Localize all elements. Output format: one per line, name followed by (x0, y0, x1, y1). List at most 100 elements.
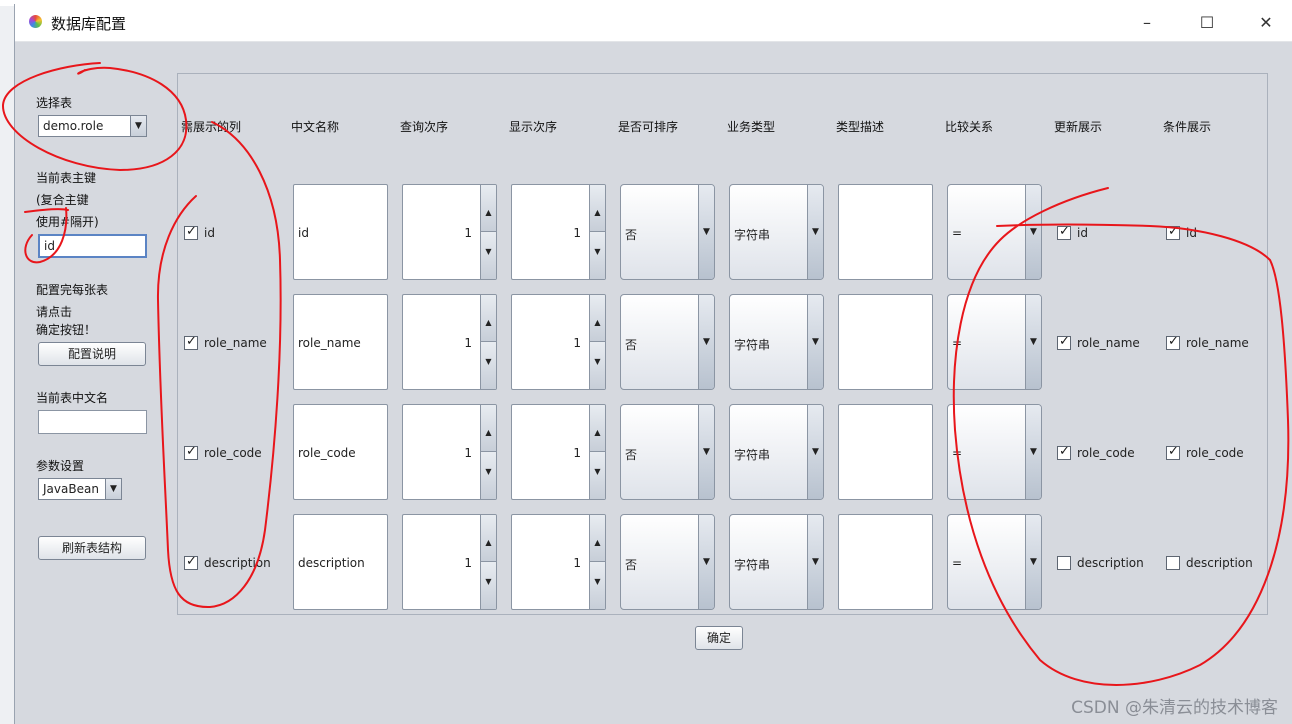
show-column-label: description (204, 556, 271, 570)
close-icon[interactable]: ✕ (1251, 10, 1281, 36)
update-show-checkbox[interactable] (1057, 556, 1071, 570)
cond-show-checkbox[interactable] (1166, 556, 1180, 570)
biz-type-combo[interactable]: 字符串 ▼ (729, 404, 824, 500)
chevron-down-icon[interactable]: ▼ (698, 405, 714, 499)
chevron-down-icon[interactable]: ▼ (807, 185, 823, 279)
compare-combo[interactable]: = ▼ (947, 294, 1042, 390)
spinner-up-icon[interactable]: ▲ (589, 515, 605, 562)
compare-combo[interactable]: = ▼ (947, 184, 1042, 280)
spinner-down-icon[interactable]: ▼ (589, 232, 605, 279)
spinner-up-icon[interactable]: ▲ (480, 405, 496, 452)
primary-key-input[interactable]: id (38, 234, 147, 258)
biz-type-combo-value: 字符串 (734, 558, 771, 572)
spinner-up-icon[interactable]: ▲ (589, 405, 605, 452)
sortable-combo[interactable]: 否 ▼ (620, 514, 715, 610)
cn-name-field[interactable]: role_name (293, 294, 388, 390)
spinner-down-icon[interactable]: ▼ (480, 232, 496, 279)
query-order-spinner-value: 1 (464, 556, 472, 570)
query-order-spinner[interactable]: 1 ▲ ▼ (402, 294, 497, 390)
cond-show-checkbox[interactable]: ✓ (1166, 224, 1180, 240)
show-column-checkbox[interactable]: ✓ (184, 444, 198, 460)
update-show-checkbox[interactable]: ✓ (1057, 334, 1071, 350)
compare-combo-value: = (952, 556, 963, 570)
display-order-spinner[interactable]: 1 ▲ ▼ (511, 404, 606, 500)
update-show-checkbox[interactable]: ✓ (1057, 224, 1071, 240)
display-order-spinner-value: 1 (573, 226, 581, 240)
cond-show-checkbox[interactable]: ✓ (1166, 444, 1180, 460)
table-combo-value: demo.role (43, 119, 104, 133)
chevron-down-icon[interactable]: ▼ (807, 405, 823, 499)
chevron-down-icon[interactable]: ▼ (807, 295, 823, 389)
sortable-combo-value: 否 (625, 448, 638, 462)
table-row: ✓ role_name role_name 1 ▲ ▼ 1 ▲ ▼ 否 ▼ 字符串 ▼ = ▼ ✓ role_n… (178, 294, 1267, 392)
spinner-down-icon[interactable]: ▼ (480, 452, 496, 499)
spinner-up-icon[interactable]: ▲ (480, 295, 496, 342)
sortable-combo[interactable]: 否 ▼ (620, 184, 715, 280)
spinner-down-icon[interactable]: ▼ (480, 562, 496, 609)
type-desc-field[interactable] (838, 294, 933, 390)
compare-combo-value: = (952, 446, 963, 460)
title-bar[interactable]: 数据库配置 – ☐ ✕ (15, 4, 1292, 42)
spinner-up-icon[interactable]: ▲ (589, 185, 605, 232)
biz-type-combo[interactable]: 字符串 ▼ (729, 514, 824, 610)
chevron-down-icon[interactable]: ▼ (1025, 405, 1041, 499)
chevron-down-icon[interactable]: ▼ (105, 479, 121, 499)
display-order-spinner[interactable]: 1 ▲ ▼ (511, 294, 606, 390)
chevron-down-icon[interactable]: ▼ (698, 185, 714, 279)
chevron-down-icon[interactable]: ▼ (130, 116, 146, 136)
cn-name-field[interactable]: role_code (293, 404, 388, 500)
chevron-down-icon[interactable]: ▼ (807, 515, 823, 609)
spinner-down-icon[interactable]: ▼ (589, 452, 605, 499)
show-column-checkbox[interactable]: ✓ (184, 334, 198, 350)
update-show-label: role_code (1077, 446, 1135, 460)
config-help-button[interactable]: 配置说明 (38, 342, 146, 366)
confirm-button[interactable]: 确定 (695, 626, 743, 650)
db-config-window: 数据库配置 – ☐ ✕ 选择表 demo.role ▼ 当前表主键 (复合主键 … (14, 4, 1292, 724)
spinner-down-icon[interactable]: ▼ (589, 342, 605, 389)
cn-name-value: id (298, 226, 309, 240)
cond-show-label: role_name (1186, 336, 1249, 350)
check-icon: ✓ (1059, 224, 1070, 239)
display-order-spinner[interactable]: 1 ▲ ▼ (511, 514, 606, 610)
chevron-down-icon[interactable]: ▼ (1025, 185, 1041, 279)
column-header: 中文名称 (291, 120, 340, 134)
type-desc-field[interactable] (838, 184, 933, 280)
param-combo[interactable]: JavaBean ▼ (38, 478, 122, 500)
chevron-down-icon[interactable]: ▼ (698, 515, 714, 609)
chevron-down-icon[interactable]: ▼ (698, 295, 714, 389)
refresh-structure-button[interactable]: 刷新表结构 (38, 536, 146, 560)
spinner-down-icon[interactable]: ▼ (589, 562, 605, 609)
compare-combo[interactable]: = ▼ (947, 404, 1042, 500)
spinner-down-icon[interactable]: ▼ (480, 342, 496, 389)
cn-name-field[interactable]: id (293, 184, 388, 280)
query-order-spinner[interactable]: 1 ▲ ▼ (402, 404, 497, 500)
spinner-up-icon[interactable]: ▲ (480, 515, 496, 562)
query-order-spinner[interactable]: 1 ▲ ▼ (402, 514, 497, 610)
compare-combo[interactable]: = ▼ (947, 514, 1042, 610)
cond-show-checkbox[interactable]: ✓ (1166, 334, 1180, 350)
biz-type-combo[interactable]: 字符串 ▼ (729, 294, 824, 390)
update-show-checkbox[interactable]: ✓ (1057, 444, 1071, 460)
maximize-icon[interactable]: ☐ (1192, 10, 1222, 36)
chevron-down-icon[interactable]: ▼ (1025, 295, 1041, 389)
minimize-icon[interactable]: – (1132, 10, 1162, 36)
cn-name-input[interactable] (38, 410, 147, 434)
check-icon: ✓ (186, 334, 197, 349)
sortable-combo[interactable]: 否 ▼ (620, 294, 715, 390)
sortable-combo[interactable]: 否 ▼ (620, 404, 715, 500)
spinner-up-icon[interactable]: ▲ (480, 185, 496, 232)
check-icon: ✓ (186, 444, 197, 459)
show-column-checkbox[interactable]: ✓ (184, 554, 198, 570)
type-desc-field[interactable] (838, 514, 933, 610)
type-desc-field[interactable] (838, 404, 933, 500)
show-column-checkbox[interactable]: ✓ (184, 224, 198, 240)
table-combo[interactable]: demo.role ▼ (38, 115, 147, 137)
query-order-spinner-value: 1 (464, 336, 472, 350)
chevron-down-icon[interactable]: ▼ (1025, 515, 1041, 609)
spinner-up-icon[interactable]: ▲ (589, 295, 605, 342)
query-order-spinner[interactable]: 1 ▲ ▼ (402, 184, 497, 280)
display-order-spinner[interactable]: 1 ▲ ▼ (511, 184, 606, 280)
biz-type-combo[interactable]: 字符串 ▼ (729, 184, 824, 280)
cond-show-label: id (1186, 226, 1197, 240)
cn-name-field[interactable]: description (293, 514, 388, 610)
